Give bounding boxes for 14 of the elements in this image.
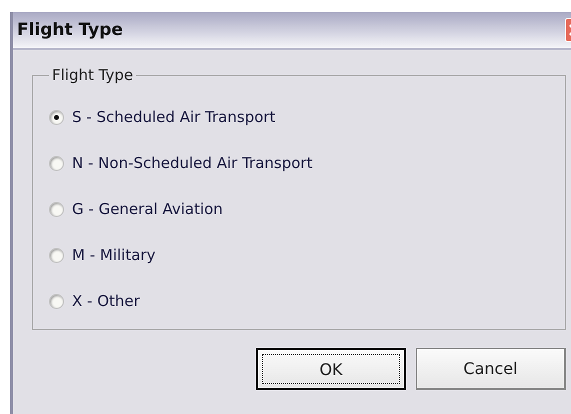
cancel-button[interactable]: Cancel [416,348,566,390]
group-title: Flight Type [51,66,134,84]
radio-option[interactable]: N - Non-Scheduled Air Transport [49,140,312,186]
radio-option[interactable]: M - Military [49,232,156,278]
radio-option[interactable]: X - Other [49,278,140,324]
radio-option[interactable]: S - Scheduled Air Transport [49,94,276,140]
radio-button[interactable] [49,156,64,170]
radio-option[interactable]: G - General Aviation [49,186,223,232]
window-title: Flight Type [17,20,123,40]
radio-button[interactable] [49,202,64,216]
radio-button[interactable] [49,294,64,308]
radio-button[interactable] [49,110,64,124]
radio-button[interactable] [49,248,64,262]
ok-button[interactable]: OK [256,348,406,390]
